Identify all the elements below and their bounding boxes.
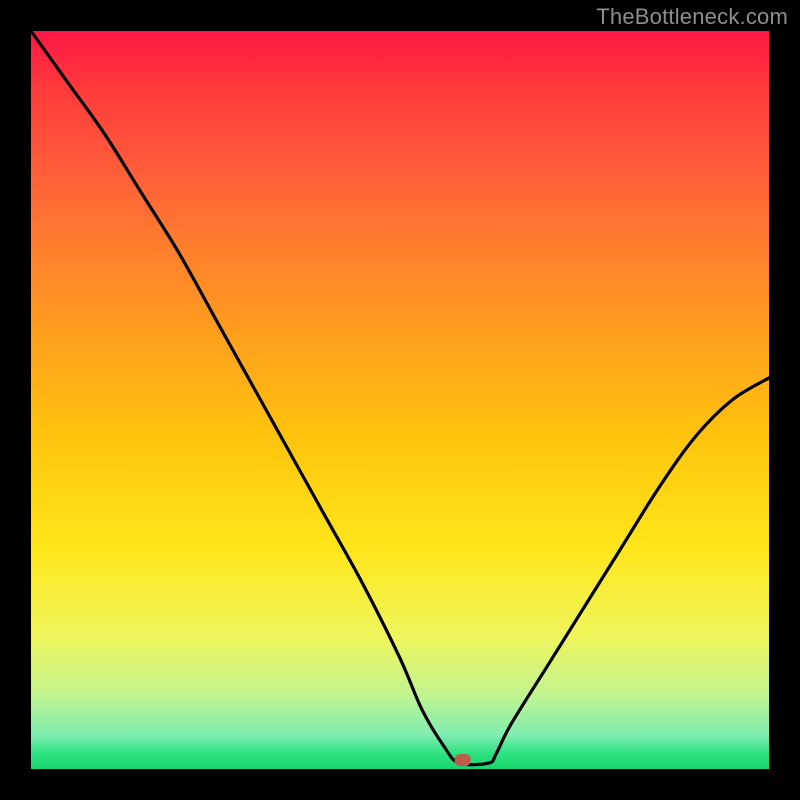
chart-overlay (31, 31, 769, 769)
watermark-text: TheBottleneck.com (596, 4, 788, 30)
chart-frame: TheBottleneck.com (0, 0, 800, 800)
bottleneck-curve (31, 31, 769, 765)
minimum-marker (455, 754, 471, 766)
